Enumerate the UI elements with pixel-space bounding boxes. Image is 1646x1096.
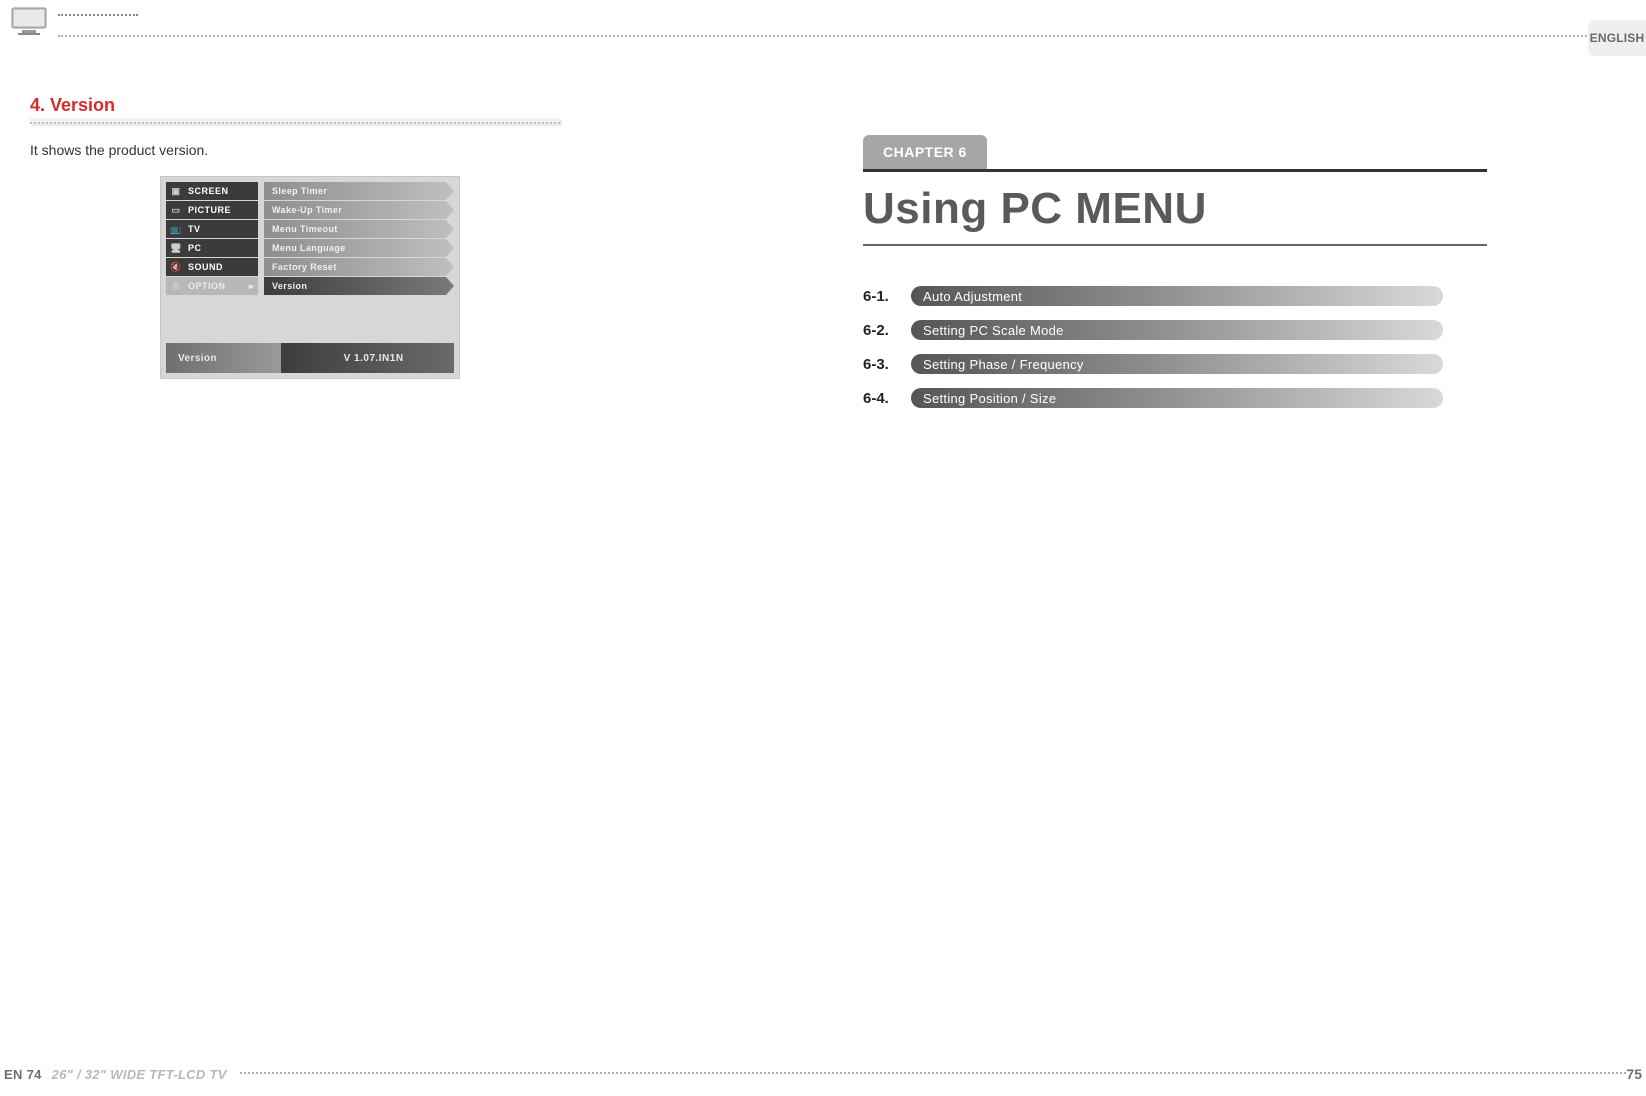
chapter-sub-rule <box>863 244 1487 246</box>
chapter-rule <box>863 169 1487 172</box>
toc-row: 6-4. Setting Position / Size <box>863 388 1586 408</box>
toc-item: Setting Position / Size <box>911 388 1443 408</box>
osd-tab-sound: 🔇 SOUND <box>166 258 258 276</box>
toc-item: Auto Adjustment <box>911 286 1443 306</box>
osd-item-selected: Version <box>264 277 454 295</box>
osd-item: Factory Reset <box>264 258 454 276</box>
osd-tab-label: PC <box>188 243 202 253</box>
pc-icon: 🖥 <box>170 242 182 254</box>
chapter-badge: CHAPTER 6 <box>863 135 987 169</box>
top-dots-short <box>58 14 138 16</box>
osd-item: Menu Timeout <box>264 220 454 238</box>
osd-item-list: Sleep Timer Wake-Up Timer Menu Timeout M… <box>264 182 454 295</box>
osd-tab-label: PICTURE <box>188 205 231 215</box>
section-underline <box>30 118 560 124</box>
toc-row: 6-3. Setting Phase / Frequency <box>863 354 1586 374</box>
footer-left: EN 74 26" / 32" WIDE TFT-LCD TV <box>4 1067 227 1082</box>
toc-item: Setting PC Scale Mode <box>911 320 1443 340</box>
osd-tab-label: OPTION <box>188 281 226 291</box>
section-title: 4. Version <box>30 95 753 116</box>
sound-icon: 🔇 <box>170 261 182 273</box>
osd-tab-tv: 📺 TV <box>166 220 258 238</box>
toc-row: 6-2. Setting PC Scale Mode <box>863 320 1586 340</box>
tv-icon: 📺 <box>170 223 182 235</box>
osd-tab-pc: 🖥 PC <box>166 239 258 257</box>
footer-left-pagenum: EN 74 <box>4 1067 42 1082</box>
osd-item: Menu Language <box>264 239 454 257</box>
screen-icon: ▣ <box>170 185 182 197</box>
toc-row: 6-1. Auto Adjustment <box>863 286 1586 306</box>
osd-tab-list: ▣ SCREEN ▭ PICTURE 📺 TV 🖥 PC <box>166 182 258 295</box>
option-icon: ⚙ <box>170 280 182 292</box>
osd-tab-label: TV <box>188 224 201 234</box>
osd-status-label: Version <box>166 353 293 364</box>
chapter-title: Using PC MENU <box>863 184 1586 234</box>
top-dots-long <box>58 35 1646 37</box>
osd-tab-option: ⚙ OPTION <box>166 277 258 295</box>
osd-screenshot: ▣ SCREEN ▭ PICTURE 📺 TV 🖥 PC <box>160 176 460 379</box>
toc-number: 6-2. <box>863 322 911 339</box>
footer-left-model: 26" / 32" WIDE TFT-LCD TV <box>52 1067 227 1082</box>
osd-status-value: V 1.07.IN1N <box>293 353 454 364</box>
tv-corner-icon <box>10 6 52 36</box>
bottom-dots <box>240 1072 1626 1074</box>
osd-tab-screen: ▣ SCREEN <box>166 182 258 200</box>
language-tab: ENGLISH <box>1588 20 1646 56</box>
osd-tab-label: SOUND <box>188 262 223 272</box>
footer-right-pagenum: 75 <box>1626 1066 1642 1082</box>
osd-tab-picture: ▭ PICTURE <box>166 201 258 219</box>
toc-item: Setting Phase / Frequency <box>911 354 1443 374</box>
page-left: 4. Version It shows the product version.… <box>0 60 823 1046</box>
page-right: CHAPTER 6 Using PC MENU 6-1. Auto Adjust… <box>823 60 1646 1046</box>
toc-number: 6-4. <box>863 390 911 407</box>
picture-icon: ▭ <box>170 204 182 216</box>
osd-tab-label: SCREEN <box>188 186 229 196</box>
osd-item: Sleep Timer <box>264 182 454 200</box>
toc-number: 6-3. <box>863 356 911 373</box>
section-description: It shows the product version. <box>30 142 753 158</box>
osd-item: Wake-Up Timer <box>264 201 454 219</box>
osd-status-bar: Version V 1.07.IN1N <box>166 343 454 373</box>
toc-number: 6-1. <box>863 288 911 305</box>
